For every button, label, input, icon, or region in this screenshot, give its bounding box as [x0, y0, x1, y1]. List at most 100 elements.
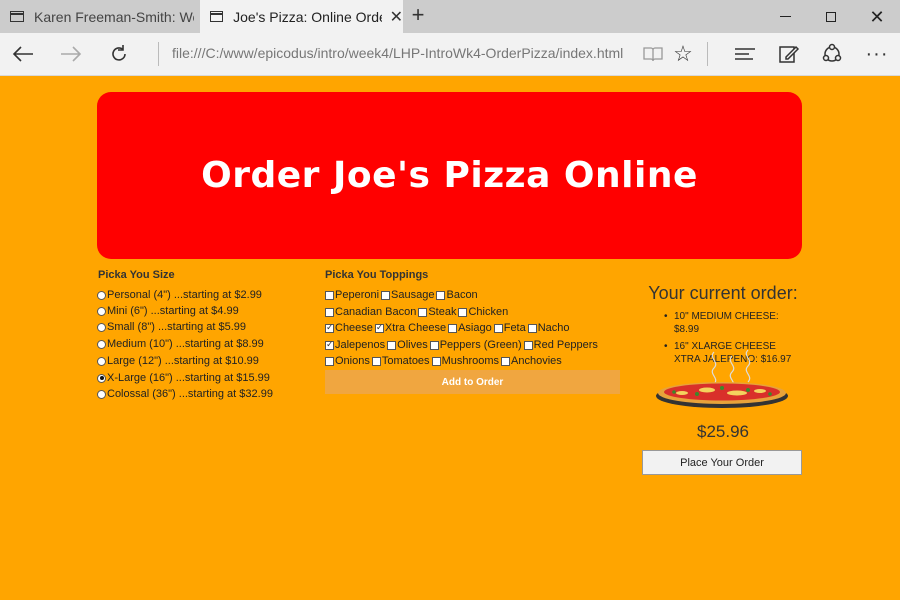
more-icon[interactable]: ···	[860, 38, 894, 70]
size-option-label: Mini (6") ...starting at $4.99	[107, 305, 239, 317]
toppings-row: Peperoni Sausage Bacon	[325, 288, 480, 302]
topping-label: Steak	[428, 306, 457, 318]
size-radio[interactable]	[97, 322, 106, 332]
minimize-icon[interactable]	[762, 0, 808, 33]
topping-option[interactable]: Anchovies	[501, 355, 562, 367]
size-option[interactable]: Personal (4") ...starting at $2.99	[97, 288, 262, 302]
size-option[interactable]: Medium (10") ...starting at $8.99	[97, 337, 264, 351]
topping-option[interactable]: Cheese	[325, 322, 373, 334]
topping-checkbox[interactable]	[418, 307, 428, 317]
topping-label: Feta	[503, 322, 526, 334]
size-option-label: Medium (10") ...starting at $8.99	[107, 338, 264, 350]
plus-icon[interactable]: +	[406, 4, 430, 28]
topping-option[interactable]: Onions	[325, 355, 370, 367]
size-option[interactable]: Small (8") ...starting at $5.99	[97, 320, 246, 334]
topping-option[interactable]: Canadian Bacon	[325, 306, 416, 318]
order-total: $25.96	[697, 422, 749, 441]
hub-icon[interactable]	[728, 38, 762, 70]
topping-checkbox[interactable]	[527, 323, 537, 333]
size-option-label: X-Large (16") ...starting at $15.99	[107, 372, 270, 384]
topping-checkbox[interactable]	[381, 290, 391, 300]
toppings-row: Cheese Xtra Cheese Asiago Feta Nacho	[325, 321, 572, 335]
topping-checkbox[interactable]	[458, 307, 468, 317]
topping-checkbox[interactable]	[325, 322, 334, 333]
topping-label: Canadian Bacon	[335, 306, 417, 318]
maximize-icon[interactable]	[808, 0, 854, 33]
size-radio[interactable]	[97, 339, 106, 349]
browser-tab-active[interactable]: Joe's Pizza: Online Orde ✕	[200, 0, 403, 33]
topping-option[interactable]: Olives	[387, 339, 428, 351]
topping-option[interactable]: Asiago	[448, 322, 492, 334]
topping-option[interactable]: Steak	[418, 306, 456, 318]
address-bar[interactable]: file:///C:/www/epicodus/intro/week4/LHP-…	[172, 45, 632, 61]
topping-option[interactable]: Chicken	[458, 306, 508, 318]
toppings-section-title: Picka You Toppings	[325, 269, 429, 281]
page-icon	[10, 11, 24, 22]
size-radio[interactable]	[97, 356, 106, 366]
size-option[interactable]: Colossal (36") ...starting at $32.99	[97, 387, 273, 401]
topping-option[interactable]: Bacon	[436, 289, 478, 301]
topping-option[interactable]: Peppers (Green)	[429, 339, 522, 351]
reading-view-icon[interactable]	[636, 38, 670, 70]
page-banner: Order Joe's Pizza Online	[97, 92, 802, 259]
topping-checkbox[interactable]	[448, 323, 458, 333]
star-icon[interactable]: ☆	[666, 38, 700, 70]
topping-checkbox[interactable]	[325, 339, 334, 350]
topping-label: Sausage	[391, 289, 435, 301]
add-to-order-button[interactable]: Add to Order	[325, 370, 620, 394]
web-note-icon[interactable]	[772, 38, 806, 70]
topping-checkbox[interactable]	[431, 356, 441, 366]
topping-option[interactable]: Xtra Cheese	[374, 322, 446, 334]
size-radio[interactable]	[97, 306, 106, 316]
refresh-icon[interactable]	[102, 38, 136, 70]
place-order-button[interactable]: Place Your Order	[642, 450, 802, 475]
topping-checkbox[interactable]	[325, 290, 334, 300]
size-radio[interactable]	[97, 290, 106, 300]
topping-option[interactable]: Sausage	[381, 289, 434, 301]
topping-checkbox[interactable]	[429, 340, 439, 350]
size-option[interactable]: X-Large (16") ...starting at $15.99	[97, 371, 270, 385]
topping-checkbox[interactable]	[325, 307, 334, 317]
topping-label: Chicken	[468, 306, 509, 318]
size-radio[interactable]	[97, 373, 106, 383]
order-title: Your current order:	[648, 283, 798, 303]
topping-option[interactable]: Feta	[493, 322, 526, 334]
browser-nav-bar: file:///C:/www/epicodus/intro/week4/LHP-…	[0, 33, 900, 76]
topping-label: Jalepenos	[335, 339, 386, 351]
topping-label: Peperoni	[335, 289, 380, 301]
topping-checkbox[interactable]	[374, 322, 384, 333]
topping-checkbox[interactable]	[325, 356, 334, 366]
topping-checkbox[interactable]	[371, 356, 381, 366]
page-icon	[210, 11, 224, 22]
topping-checkbox[interactable]	[501, 356, 511, 366]
topping-label: Onions	[335, 355, 370, 367]
size-section-title: Picka You Size	[98, 269, 175, 281]
topping-checkbox[interactable]	[493, 323, 503, 333]
share-icon[interactable]	[815, 38, 849, 70]
topping-checkbox[interactable]	[436, 290, 446, 300]
topping-label: Cheese	[335, 322, 373, 334]
topping-option[interactable]: Red Peppers	[523, 339, 598, 351]
topping-checkbox[interactable]	[387, 340, 397, 350]
topping-option[interactable]: Nacho	[527, 322, 570, 334]
size-option-label: Small (8") ...starting at $5.99	[107, 321, 247, 333]
toppings-row: Canadian Bacon Steak Chicken	[325, 305, 510, 319]
close-tab-icon[interactable]: ✕	[390, 7, 403, 27]
browser-tab[interactable]: Karen Freeman-Smith: Web	[0, 0, 198, 33]
size-option[interactable]: Mini (6") ...starting at $4.99	[97, 304, 239, 318]
topping-option[interactable]: Jalepenos	[325, 339, 385, 351]
topping-option[interactable]: Peperoni	[325, 289, 379, 301]
divider	[707, 42, 708, 66]
back-arrow-icon[interactable]	[6, 38, 40, 70]
topping-option[interactable]: Mushrooms	[431, 355, 499, 367]
toppings-row: Onions Tomatoes Mushrooms Anchovies	[325, 354, 564, 368]
size-radio[interactable]	[97, 389, 106, 399]
topping-checkbox[interactable]	[523, 340, 533, 350]
size-option-label: Personal (4") ...starting at $2.99	[107, 289, 262, 301]
forward-arrow-icon[interactable]	[54, 38, 88, 70]
topping-label: Nacho	[537, 322, 570, 334]
size-option[interactable]: Large (12") ...starting at $10.99	[97, 354, 259, 368]
topping-option[interactable]: Tomatoes	[371, 355, 430, 367]
topping-label: Tomatoes	[381, 355, 430, 367]
close-icon[interactable]: ✕	[854, 0, 900, 33]
